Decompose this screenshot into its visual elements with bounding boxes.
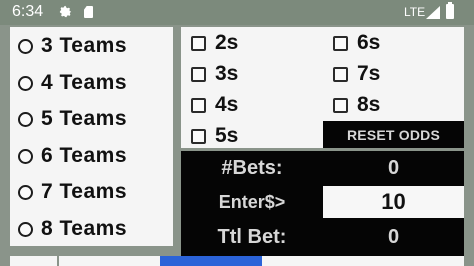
- checkbox-icon[interactable]: [333, 66, 348, 82]
- status-bar: 6:34 LTE: [0, 0, 474, 25]
- checkbox-icon[interactable]: [191, 35, 206, 51]
- team-option-3[interactable]: 3 Teams: [18, 34, 127, 58]
- team-selection-panel: [10, 27, 173, 246]
- radio-icon[interactable]: [18, 148, 33, 164]
- bet-option-6s[interactable]: 6s: [333, 31, 380, 55]
- bet-option-3s[interactable]: 3s: [191, 62, 238, 86]
- total-bet-value: 0: [323, 218, 464, 256]
- reset-odds-button[interactable]: RESET ODDS: [323, 121, 464, 148]
- bottom-tab-1[interactable]: [10, 256, 57, 266]
- checkbox-icon[interactable]: [191, 66, 206, 82]
- network-label: LTE: [404, 5, 426, 19]
- team-option-8[interactable]: 8 Teams: [18, 217, 127, 241]
- team-label: 6 Teams: [41, 144, 127, 167]
- bet-option-label: 4s: [215, 93, 239, 116]
- bet-option-label: 5s: [215, 124, 239, 147]
- team-option-5[interactable]: 5 Teams: [18, 107, 127, 131]
- bet-option-label: 2s: [215, 31, 239, 54]
- bets-count-value: 0: [323, 151, 464, 186]
- radio-icon[interactable]: [18, 38, 33, 54]
- radio-icon[interactable]: [18, 111, 33, 127]
- bottom-tab-4[interactable]: [262, 256, 366, 266]
- radio-icon[interactable]: [18, 184, 33, 200]
- checkbox-icon[interactable]: [333, 35, 348, 51]
- bet-option-7s[interactable]: 7s: [333, 62, 380, 86]
- team-option-6[interactable]: 6 Teams: [18, 144, 127, 168]
- bet-option-2s[interactable]: 2s: [191, 31, 238, 55]
- bet-option-8s[interactable]: 8s: [333, 93, 380, 117]
- bet-option-5s[interactable]: 5s: [191, 124, 238, 148]
- total-bet-label: Ttl Bet:: [181, 218, 323, 256]
- bottom-tab-2[interactable]: [59, 256, 160, 266]
- battery-icon: [446, 2, 454, 19]
- bets-count-label: #Bets:: [181, 151, 323, 186]
- checkbox-icon[interactable]: [191, 97, 206, 113]
- checkbox-icon[interactable]: [191, 128, 206, 144]
- team-option-4[interactable]: 4 Teams: [18, 71, 127, 95]
- team-label: 8 Teams: [41, 217, 127, 240]
- bet-option-label: 7s: [357, 62, 381, 85]
- team-label: 5 Teams: [41, 107, 127, 130]
- bet-option-label: 8s: [357, 93, 381, 116]
- checkbox-icon[interactable]: [333, 97, 348, 113]
- bet-option-label: 6s: [357, 31, 381, 54]
- team-label: 7 Teams: [41, 180, 127, 203]
- bet-option-4s[interactable]: 4s: [191, 93, 238, 117]
- signal-icon: [426, 6, 440, 19]
- bet-option-label: 3s: [215, 62, 239, 85]
- enter-amount-label: Enter$>: [181, 186, 323, 218]
- bet-amount-input[interactable]: [323, 186, 464, 218]
- bottom-tab-5[interactable]: [366, 256, 464, 266]
- sd-card-icon: [84, 6, 93, 18]
- radio-icon[interactable]: [18, 75, 33, 91]
- bottom-tab-3[interactable]: [160, 256, 262, 266]
- team-label: 3 Teams: [41, 34, 127, 57]
- team-label: 4 Teams: [41, 71, 127, 94]
- gear-icon: [59, 5, 72, 18]
- status-time: 6:34: [12, 3, 44, 20]
- team-option-7[interactable]: 7 Teams: [18, 180, 127, 204]
- radio-icon[interactable]: [18, 221, 33, 237]
